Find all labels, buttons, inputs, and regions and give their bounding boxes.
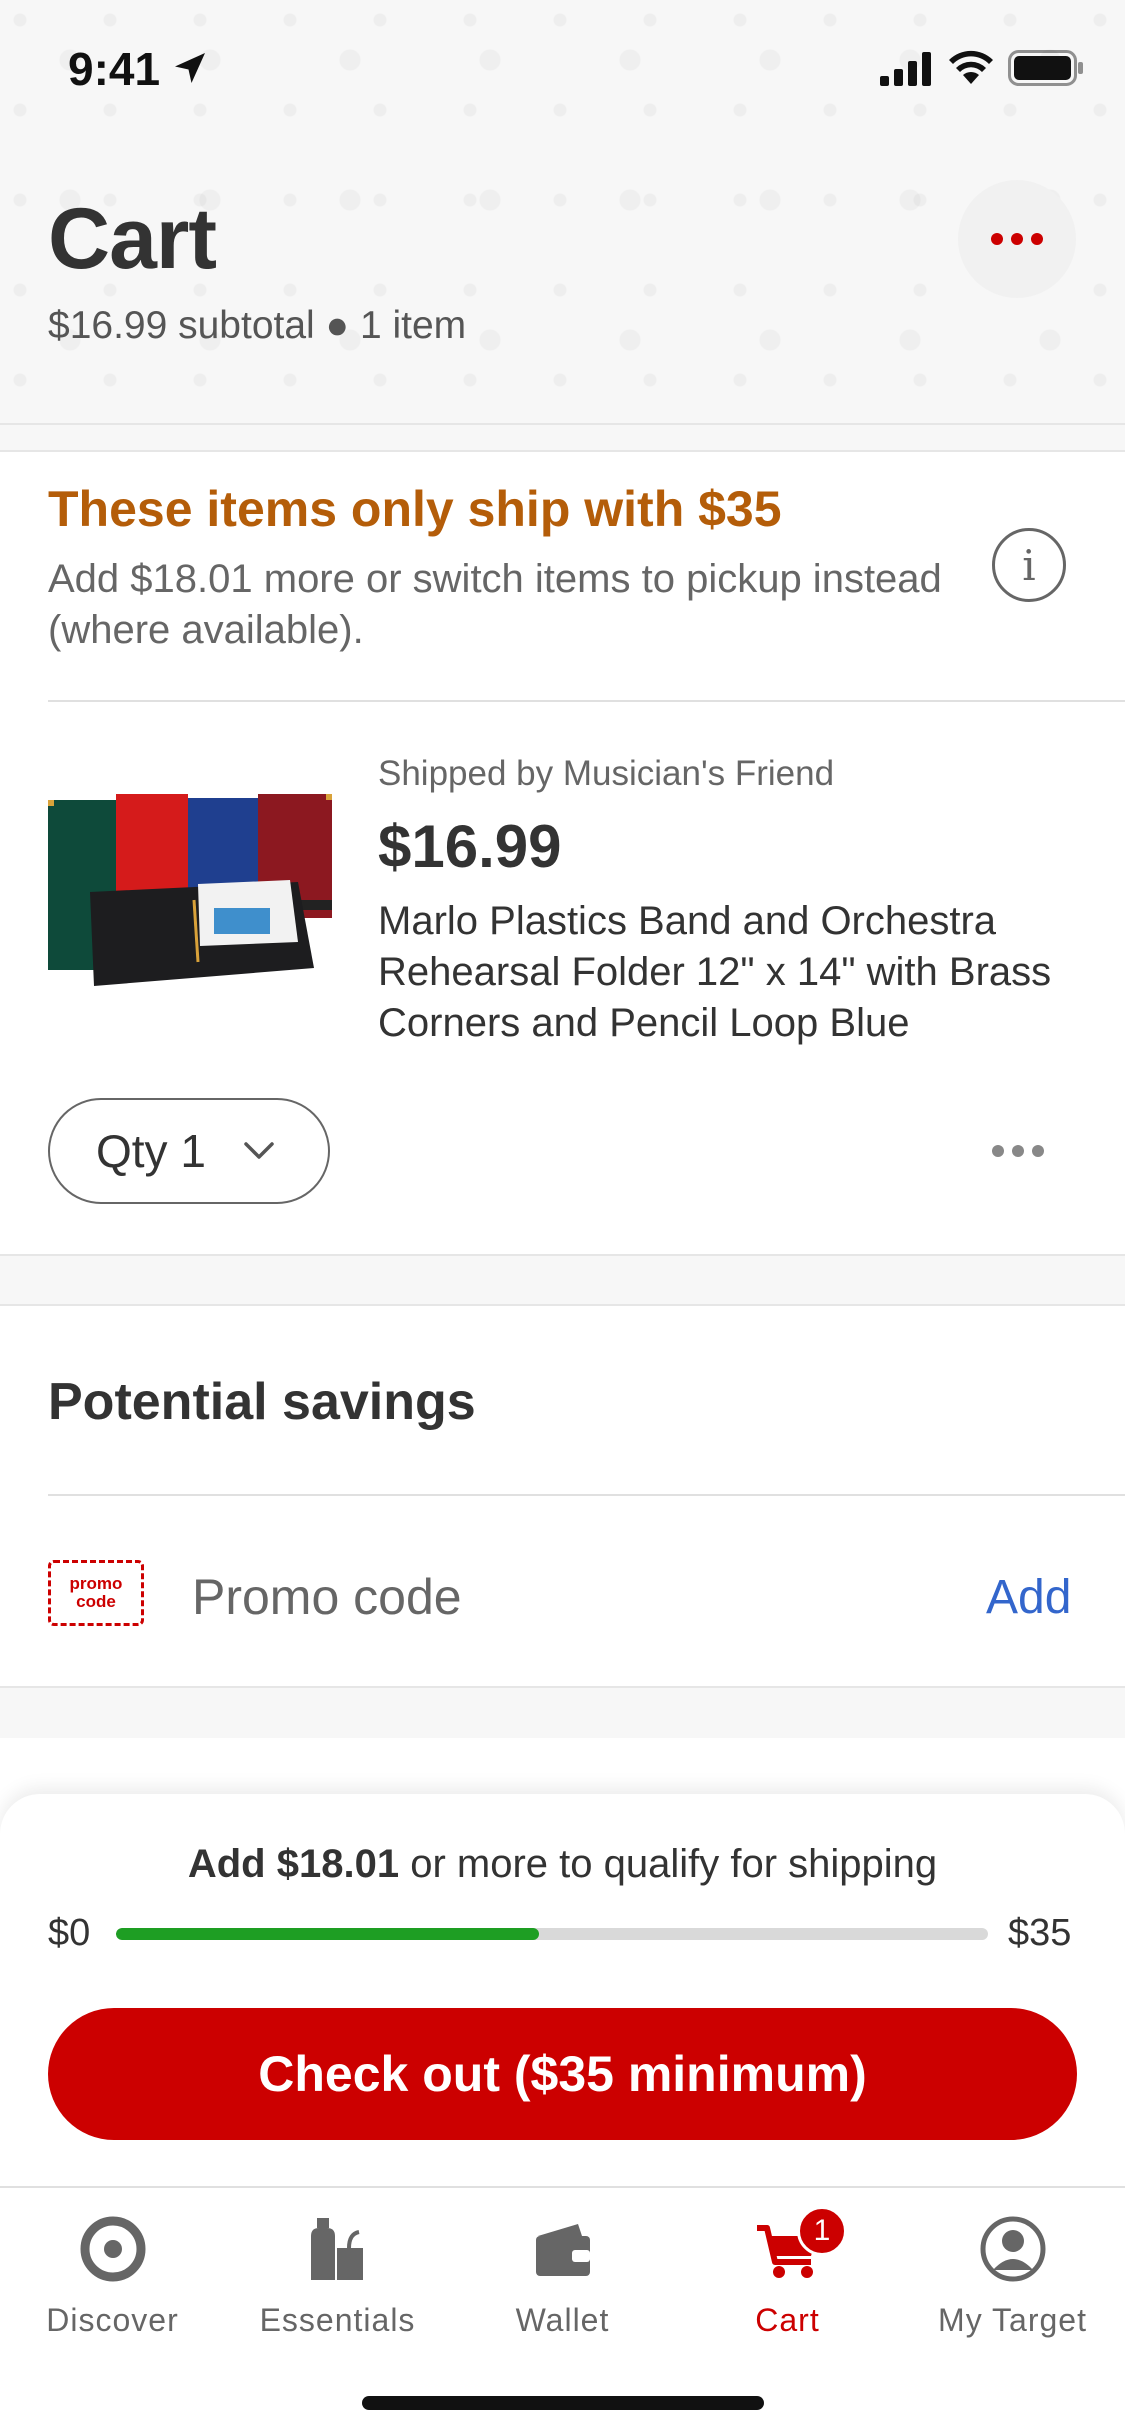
item-more-options-button[interactable] [992, 1134, 1062, 1168]
tab-label: Essentials [259, 2302, 416, 2338]
tab-my-target[interactable]: My Target [900, 2214, 1125, 2354]
essentials-icon [310, 2218, 363, 2280]
tab-label: Cart [755, 2302, 820, 2338]
wallet-icon [535, 2224, 590, 2276]
home-indicator [362, 2396, 764, 2410]
cellular-signal-icon [880, 52, 931, 86]
chevron-down-icon [244, 1142, 274, 1159]
more-dot [1011, 233, 1023, 245]
cart-subtotal-summary: $16.99 subtotal ● 1 item [48, 304, 467, 347]
more-dot [992, 1145, 1004, 1157]
tab-label: My Target [938, 2302, 1087, 2338]
target-icon [80, 2216, 145, 2282]
divider [48, 1494, 1125, 1496]
promo-code-icon: promo code [48, 1560, 144, 1626]
product-name-link[interactable]: Marlo Plastics Band and Orchestra Rehear… [378, 896, 1078, 1049]
more-dot [1031, 233, 1043, 245]
checkout-panel: Add $18.01 or more to qualify for shippi… [0, 1794, 1125, 2186]
cart-header: 9:41 Cart $16.99 subtotal ● 1 item [0, 0, 1125, 425]
quantity-select[interactable]: Qty 1 [48, 1098, 330, 1204]
tab-essentials[interactable]: Essentials [225, 2214, 450, 2354]
cart-more-options-button[interactable] [958, 180, 1076, 298]
shipping-qualify-message: Add $18.01 or more to qualify for shippi… [0, 1842, 1125, 1887]
divider [48, 700, 1125, 702]
more-dot [1032, 1145, 1044, 1157]
product-image[interactable] [46, 790, 336, 990]
item-price: $16.99 [378, 813, 562, 880]
section-separator [0, 425, 1125, 452]
progress-start-label: $0 [48, 1912, 91, 1954]
promo-code-label: Promo code [192, 1569, 462, 1625]
progress-end-label: $35 [1008, 1912, 1072, 1954]
more-dot [1012, 1145, 1024, 1157]
more-dot [991, 233, 1003, 245]
tab-label: Discover [46, 2302, 179, 2338]
tab-label: Wallet [515, 2302, 610, 2338]
wifi-icon [949, 50, 993, 84]
quantity-label: Qty 1 [96, 1125, 206, 1177]
checkout-button[interactable]: Check out ($35 minimum) [48, 2008, 1077, 2140]
add-promo-code-link[interactable]: Add [986, 1570, 1071, 1625]
potential-savings-heading: Potential savings [48, 1373, 476, 1431]
promo-icon-text: promo [69, 1574, 123, 1593]
shipping-progress-fill [116, 1928, 539, 1940]
page-title: Cart [48, 191, 217, 287]
info-icon[interactable]: i [992, 528, 1066, 602]
shipping-threshold-description: Add $18.01 more or switch items to picku… [48, 557, 942, 652]
status-time: 9:41 [68, 43, 161, 95]
battery-icon [1008, 50, 1083, 86]
section-separator [0, 1686, 1125, 1738]
qualify-rest: or more to qualify for shipping [399, 1842, 938, 1886]
qualify-amount: Add $18.01 [187, 1842, 400, 1886]
shipping-progress-bar [116, 1928, 988, 1940]
tab-discover[interactable]: Discover [0, 2214, 225, 2354]
promo-icon-text: code [76, 1592, 116, 1611]
account-icon [980, 2216, 1045, 2282]
location-arrow-icon [175, 53, 205, 83]
shipping-threshold-title: These items only ship with $35 [48, 481, 782, 537]
tab-cart[interactable]: 1 Cart [675, 2206, 900, 2354]
section-separator [0, 1254, 1125, 1306]
status-bar: 9:41 [0, 0, 1125, 140]
tab-wallet[interactable]: Wallet [450, 2214, 675, 2354]
shipped-by-label: Shipped by Musician's Friend [378, 754, 835, 793]
cart-count-badge: 1 [797, 2206, 847, 2256]
